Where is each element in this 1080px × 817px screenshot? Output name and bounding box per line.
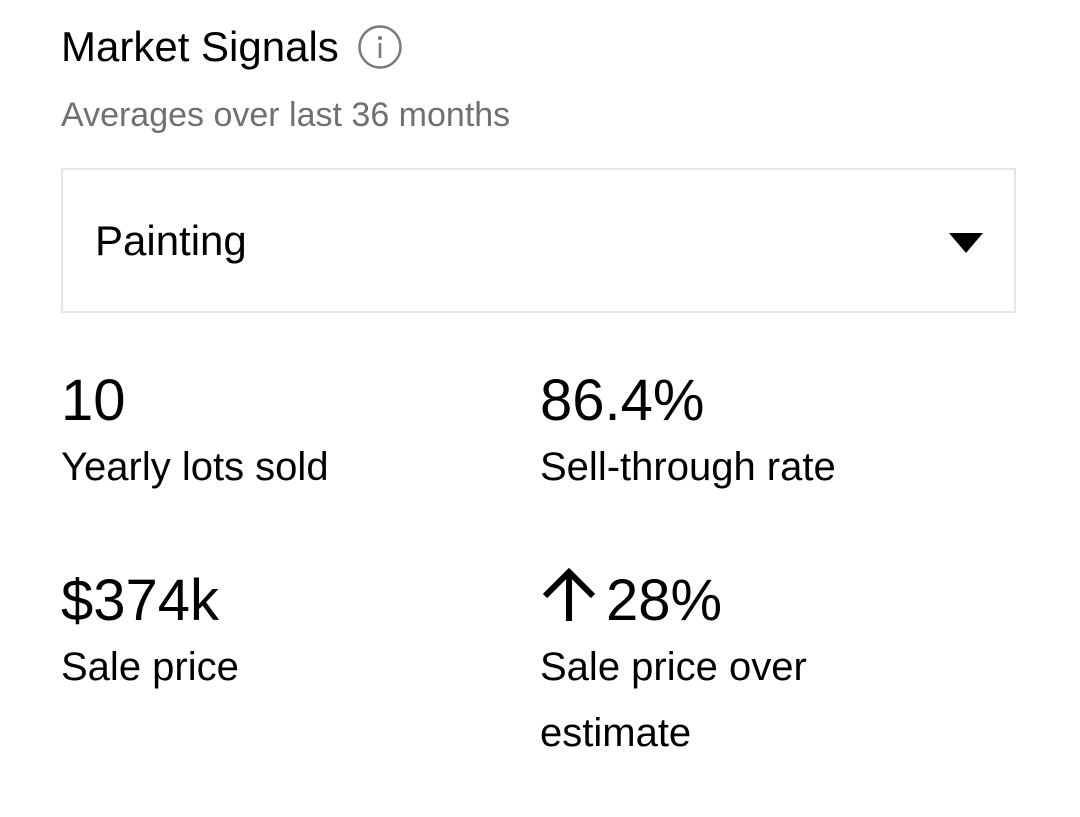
market-signals-header: Market Signals	[61, 22, 402, 72]
stat-value: $374k	[61, 568, 220, 633]
stat-value: 28%	[606, 568, 723, 633]
info-icon[interactable]	[358, 25, 402, 69]
stat-label: Sell-through rate	[540, 445, 836, 489]
arrow-up-icon	[542, 568, 596, 621]
caret-down-icon	[949, 233, 983, 253]
stat-value: 86.4%	[540, 368, 705, 433]
stat-sell-through-rate: 86.4% Sell-through rate	[540, 368, 960, 500]
category-select-value: Painting	[95, 217, 247, 264]
stat-label: Sale price over estimate	[540, 645, 807, 755]
section-subtitle: Averages over last 36 months	[61, 96, 511, 134]
stat-yearly-lots-sold: 10 Yearly lots sold	[61, 368, 481, 500]
stat-label: Yearly lots sold	[61, 445, 329, 489]
category-select[interactable]: Painting	[61, 168, 1016, 313]
stat-label: Sale price	[61, 645, 239, 689]
stat-sale-price-over-estimate: 28% Sale price over estimate	[540, 568, 940, 766]
stat-sale-price: $374k Sale price	[61, 568, 481, 700]
section-title: Market Signals	[61, 23, 339, 70]
stat-value-row: 28%	[540, 568, 940, 634]
stat-value: 10	[61, 368, 126, 433]
